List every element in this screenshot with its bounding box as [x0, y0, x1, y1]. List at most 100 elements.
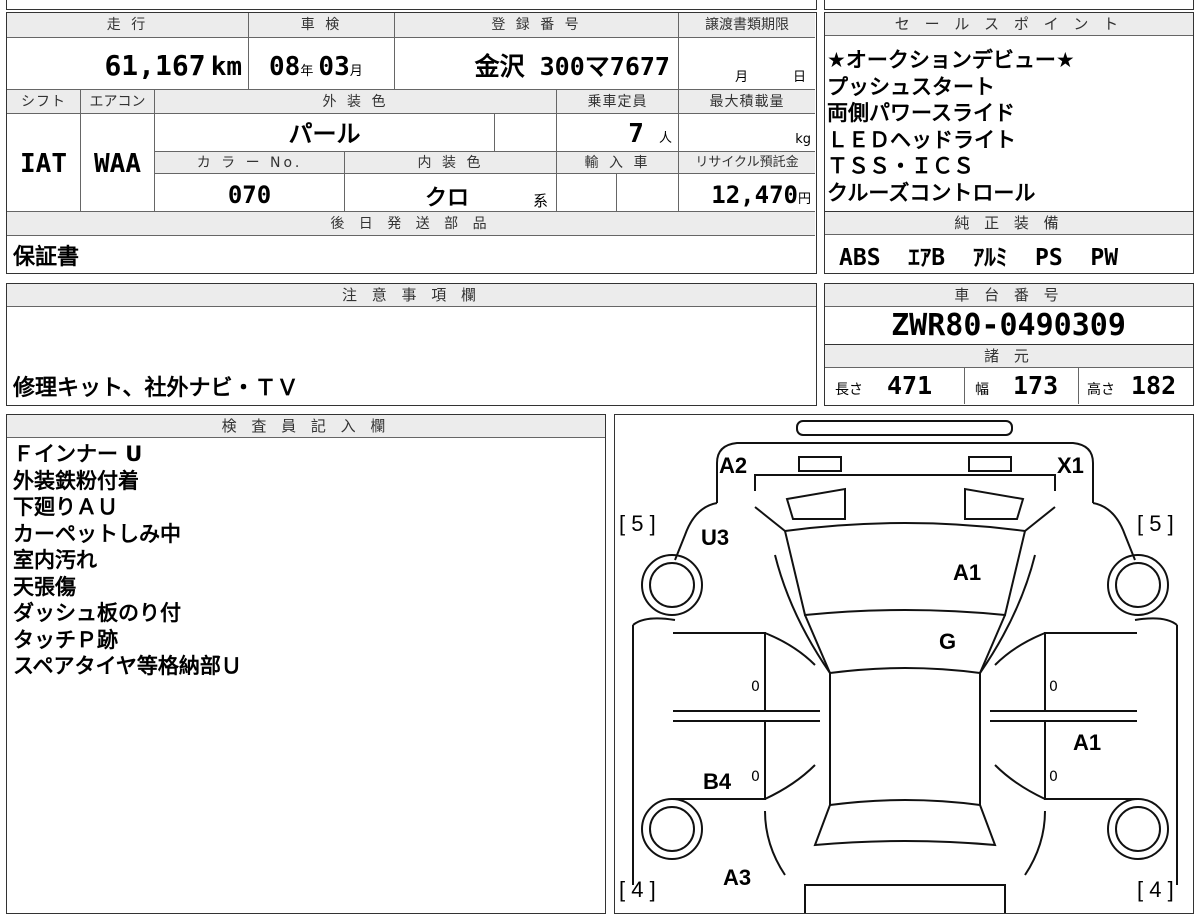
sales-point-item: ＴＳＳ・ＩＣＳ	[827, 154, 974, 178]
registration-cell: 金沢 300マ7677	[395, 38, 679, 90]
color-no-label: カ ラ ー No.	[155, 152, 345, 174]
inspector-line: 室内汚れ	[13, 548, 97, 572]
max-load-cell: kg	[679, 114, 815, 152]
recycle-cell: 12,470円	[679, 174, 815, 212]
capacity-cell: 7 人	[557, 114, 679, 152]
spec-width: 幅 173	[965, 367, 1079, 404]
car-diagram-box: A2 X1 U3 A1 G A1 B4 A3 [ 5 ] [ 5 ] [ 4 ]…	[614, 414, 1194, 914]
transfer-deadline-cell: 月 日	[679, 38, 815, 90]
inspector-label: 検 査 員 記 入 欄	[7, 415, 605, 438]
import-cell-2	[617, 174, 679, 212]
vehicle-info-table: 走 行 車 検 登 録 番 号 譲渡書類期限 61,167 km 08年 03月…	[6, 12, 817, 274]
mileage-unit: km	[210, 52, 242, 82]
tire-bracket-front-left: [ 5 ]	[619, 511, 656, 536]
interior-color-suffix: 系	[533, 192, 549, 210]
registration-label: 登 録 番 号	[395, 13, 679, 38]
later-parts-value: 保証書	[13, 245, 80, 270]
shift-cell: IAT	[7, 114, 81, 212]
notes-box: 注 意 事 項 欄 修理キット、社外ナビ・ＴＶ	[6, 283, 817, 406]
chassis-box: 車 台 番 号 ZWR80-0490309	[824, 283, 1194, 345]
chassis-label: 車 台 番 号	[825, 284, 1193, 307]
mileage-cell: 61,167 km	[7, 38, 249, 90]
sales-point-item: プッシュスタート	[827, 74, 995, 99]
car-outline-diagram	[632, 420, 1178, 913]
inspector-line: スペアタイヤ等格納部Ｕ	[13, 654, 242, 678]
zero-mark: 0	[1049, 769, 1058, 785]
exterior-color-value: パール	[288, 120, 361, 148]
top-clipped-strip	[6, 0, 817, 10]
sales-point-item: ＬＥＤヘッドライト	[827, 127, 1016, 152]
genuine-equipment-label: 純 正 装 備	[825, 212, 1193, 235]
sales-points-list: ★オークションデビュー★ プッシュスタート 両側パワースライド ＬＥＤヘッドライ…	[827, 47, 1075, 206]
shift-label: シフト	[7, 90, 81, 114]
inspection-label: 車 検	[249, 13, 395, 38]
spec-height: 高さ 182	[1079, 367, 1192, 404]
inspection-month-unit: 月	[349, 64, 363, 79]
zero-mark: 0	[751, 769, 760, 785]
recycle-unit: 円	[797, 192, 811, 207]
damage-mark-g: G	[939, 629, 957, 654]
sales-point-item: クルーズコントロール	[827, 180, 1036, 205]
notes-value: 修理キット、社外ナビ・ＴＶ	[13, 376, 299, 401]
sales-point-item: ★オークションデビュー★	[827, 48, 1075, 72]
import-label: 輸 入 車	[557, 152, 679, 174]
shift-value: IAT	[20, 149, 67, 179]
inspector-line: 天張傷	[13, 574, 76, 599]
zero-mark: 0	[751, 679, 760, 695]
damage-mark-b4: B4	[703, 769, 732, 794]
max-load-unit: kg	[795, 132, 811, 147]
exterior-color-extra-cell	[495, 114, 557, 152]
spec-height-value: 182	[1131, 371, 1177, 400]
transfer-day-unit: 日	[793, 70, 807, 85]
inspector-box: 検 査 員 記 入 欄 Ｆインナー U 外装鉄粉付着 下廻りＡＵ カーペットしみ…	[6, 414, 606, 914]
notes-label: 注 意 事 項 欄	[7, 284, 816, 307]
damage-mark-x1: X1	[1057, 453, 1084, 478]
sales-points-label: セ ー ル ス ポ イ ン ト	[825, 13, 1193, 36]
recycle-value: 12,470	[711, 181, 798, 209]
spec-width-value: 173	[1013, 371, 1059, 400]
inspection-month: 03	[318, 52, 350, 82]
top-clipped-strip-right	[824, 0, 1194, 10]
spec-length-label: 長さ	[835, 382, 863, 398]
mileage-value: 61,167	[104, 49, 206, 82]
chassis-value: ZWR80-0490309	[891, 308, 1126, 343]
exterior-color-label: 外 装 色	[155, 90, 557, 114]
sales-point-item: 両側パワースライド	[827, 101, 1015, 125]
interior-color-cell: クロ 系	[345, 174, 557, 212]
inspector-lines: Ｆインナー U 外装鉄粉付着 下廻りＡＵ カーペットしみ中 室内汚れ 天張傷 ダ…	[13, 441, 242, 680]
specs-label: 諸 元	[825, 345, 1193, 368]
color-no-cell: 070	[155, 174, 345, 212]
interior-color-label: 内 装 色	[345, 152, 557, 174]
inspection-year: 08	[269, 52, 301, 82]
spec-length: 長さ 471	[825, 367, 965, 404]
interior-color-value: クロ	[425, 186, 470, 211]
tire-bracket-front-right: [ 5 ]	[1137, 511, 1174, 536]
max-load-label: 最大積載量	[679, 90, 815, 114]
spec-length-value: 471	[887, 371, 933, 400]
capacity-label: 乗車定員	[557, 90, 679, 114]
inspector-line: カーペットしみ中	[13, 521, 181, 546]
later-parts-label: 後 日 発 送 部 品	[7, 212, 815, 236]
damage-mark-a1-side: A1	[1073, 730, 1102, 755]
spec-width-label: 幅	[975, 382, 989, 398]
registration-value: 金沢 300マ7677	[474, 52, 670, 81]
import-cell-1	[557, 174, 617, 212]
inspector-line: ダッシュ板のり付	[13, 601, 181, 625]
sales-points-box: セ ー ル ス ポ イ ン ト ★オークションデビュー★ プッシュスタート 両側…	[824, 12, 1194, 212]
inspector-line: 下廻りＡＵ	[13, 495, 118, 519]
transfer-deadline-label: 譲渡書類期限	[679, 13, 815, 38]
damage-mark-a2: A2	[719, 453, 748, 478]
aircon-value: WAA	[94, 149, 141, 179]
capacity-value: 7	[628, 119, 644, 149]
zero-mark: 0	[1049, 679, 1058, 695]
inspector-line: タッチＰ跡	[13, 627, 118, 652]
transfer-month-unit: 月	[735, 70, 749, 85]
aircon-label: エアコン	[81, 90, 155, 114]
inspector-line: 外装鉄粉付着	[13, 468, 139, 493]
mileage-label: 走 行	[7, 13, 249, 38]
capacity-unit: 人	[658, 131, 672, 146]
specs-box: 諸 元 長さ 471 幅 173 高さ 182	[824, 344, 1194, 406]
inspection-year-unit: 年	[300, 64, 314, 79]
inspection-cell: 08年 03月	[249, 38, 395, 90]
tire-bracket-rear-right: [ 4 ]	[1137, 877, 1174, 902]
